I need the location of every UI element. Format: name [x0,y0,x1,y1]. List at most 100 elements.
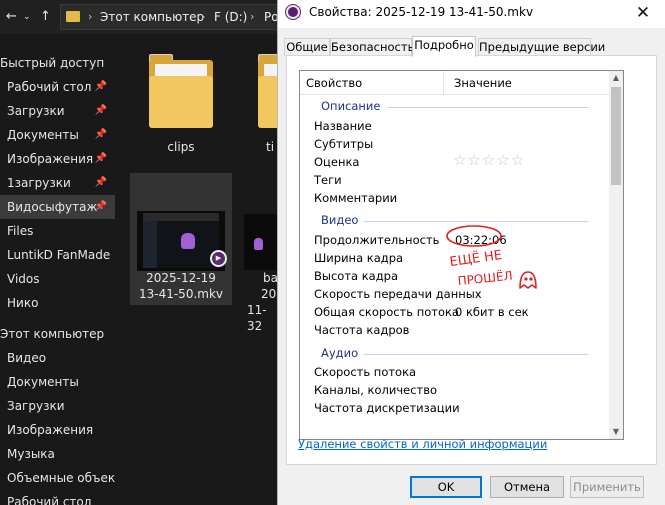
value-duration[interactable]: 03:22:06 [455,233,507,247]
properties-dialog: Свойства: 2025-12-19 13-41-50.mkv ✕ Общи… [277,0,665,505]
sidebar-item-pc-downloads[interactable]: Загрузки [0,394,115,418]
sidebar-item-desktop[interactable]: Рабочий стол 📌 [0,75,115,99]
rating-stars[interactable]: ☆☆☆☆☆ [453,151,525,169]
tab-details[interactable]: Подробно [412,36,476,57]
property-rating[interactable]: Оценка [314,155,359,169]
sidebar-item-pc-pictures[interactable]: Изображения [0,418,115,442]
tab-previous-versions[interactable]: Предыдущие версии [478,38,605,56]
video-file-label: 2025-12-19 13-41-50.mkv [138,271,224,301]
sidebar-item-pictures[interactable]: Изображения 📌 [0,147,115,171]
property-frame-width[interactable]: Ширина кадра [314,251,403,265]
sidebar-item-label: Изображения [7,423,94,437]
value-total-bitrate[interactable]: 0 кбит в сек [455,305,529,319]
property-channels[interactable]: Каналы, количество [314,383,437,397]
property-sample-rate[interactable]: Частота дискретизации [314,401,460,415]
sidebar-item-videos[interactable]: Видео [0,346,115,370]
pin-icon: 📌 [94,153,107,164]
dialog-title-bar[interactable]: Свойства: 2025-12-19 13-41-50.mkv ✕ [278,0,665,28]
star-icon[interactable]: ☆ [511,151,525,169]
section-header-audio: Аудио [300,346,609,362]
star-icon[interactable]: ☆ [453,151,467,169]
sidebar-item-label: Нико [7,296,39,310]
vertical-scrollbar[interactable]: ▲ ▼ [609,71,623,439]
tab-strip: Общие Безопасность Подробно Предыдущие в… [278,36,665,57]
scrollbar-thumb[interactable] [611,87,621,185]
video-preview [143,213,219,268]
property-subtitles[interactable]: Субтитры [314,137,373,151]
tab-general[interactable]: Общие [284,38,330,56]
up-arrow-icon[interactable]: ↑ [40,9,51,24]
folder-clips[interactable] [149,52,213,132]
property-comments[interactable]: Комментарии [314,191,397,205]
sidebar-item-label: 1загрузки [7,176,71,190]
details-panel: Свойство Значение Описание Название Субт… [286,55,657,465]
property-data-rate[interactable]: Скорость передачи данных [314,287,482,301]
sidebar-item-niko[interactable]: Нико [0,291,115,315]
video-file-label: 11-32 [247,303,267,333]
breadcrumb-segment[interactable]: Этот компьютер [100,10,204,24]
sidebar-item-1downloads[interactable]: 1загрузки 📌 [0,171,115,195]
folder-ti[interactable] [258,52,277,132]
column-header-value[interactable]: Значение [454,76,512,90]
breadcrumb-segment[interactable]: F (D:) [214,10,247,24]
navigation-pane: Быстрый доступ Рабочий стол 📌 Загрузки 📌 Д… [0,50,115,505]
pin-icon: 📌 [94,105,107,116]
sidebar-item-label: Изображения [7,152,94,166]
sidebar-item-vidos[interactable]: Vidos [0,267,115,291]
apply-button[interactable]: Применить [570,476,644,498]
ok-button[interactable]: OK [410,476,482,498]
sidebar-item-pc-desktop[interactable]: Рабочий стол [0,490,115,505]
property-frame-rate[interactable]: Частота кадров [314,323,409,337]
property-frame-height[interactable]: Высота кадра [314,269,398,283]
property-tags[interactable]: Теги [314,173,342,187]
sidebar-item-pc-documents[interactable]: Документы [0,370,115,394]
sidebar-item-files[interactable]: Files [0,219,115,243]
pin-icon: 📌 [94,129,107,140]
chevron-right-icon[interactable]: › [88,10,92,23]
star-icon[interactable]: ☆ [496,151,510,169]
property-list[interactable]: Свойство Значение Описание Название Субт… [299,70,624,440]
folder-label: clips [167,140,195,154]
address-bar[interactable]: › Этот компьютер › F (D:) › Ро [60,4,300,30]
property-total-bitrate[interactable]: Общая скорость потока [314,305,459,319]
sidebar-item-this-pc[interactable]: Этот компьютер [0,322,115,346]
property-duration[interactable]: Продолжительность [314,233,439,247]
sidebar-item-label: Рабочий стол [7,495,92,505]
close-button[interactable]: ✕ [621,0,665,28]
chevron-right-icon[interactable]: › [250,10,254,23]
scroll-down-arrow-icon[interactable]: ▼ [609,425,623,439]
sidebar-item-label: Files [7,224,34,238]
sidebar-item-label: Быстрый доступ [0,56,105,70]
property-audio-bitrate[interactable]: Скорость потока [314,365,416,379]
sidebar-item-label: Загрузки [7,104,65,118]
tab-security[interactable]: Безопасность [330,38,414,56]
sidebar-item-quick-access[interactable]: Быстрый доступ [0,51,115,75]
recent-locations-chevron-icon[interactable]: ⌄ [23,12,31,22]
star-icon[interactable]: ☆ [482,151,496,169]
pin-icon: 📌 [94,177,107,188]
sidebar-item-luntikd[interactable]: LuntikD FanMade B [0,243,115,267]
property-title[interactable]: Название [314,119,372,133]
back-arrow-icon[interactable]: ← [6,9,17,24]
sidebar-item-downloads[interactable]: Загрузки 📌 [0,99,115,123]
sidebar-item-videofootage[interactable]: Видосыфутаж 📌 [0,195,115,219]
cancel-button[interactable]: Отмена [490,476,564,498]
sidebar-item-label: Музыка [7,447,55,461]
chevron-right-icon[interactable]: › [201,10,205,23]
scroll-up-arrow-icon[interactable]: ▲ [609,71,623,85]
sidebar-item-label: Видосыфутаж [7,200,98,214]
section-header-video: Видео [300,213,609,229]
video-play-badge-icon: ▶ [210,250,227,267]
video-file-label: 20 [261,287,277,301]
sidebar-item-label: Этот компьютер [0,327,105,341]
sidebar-item-label: Vidos [7,272,40,286]
sidebar-item-3d-objects[interactable]: Объемные объекты [0,466,115,490]
sidebar-item-documents[interactable]: Документы 📌 [0,123,115,147]
column-header-property[interactable]: Свойство [306,76,362,90]
dialog-title: Свойства: 2025-12-19 13-41-50.mkv [309,5,534,19]
star-icon[interactable]: ☆ [467,151,481,169]
sidebar-item-music[interactable]: Музыка [0,442,115,466]
remove-properties-link[interactable]: Удаление свойств и личной информации [298,437,547,451]
sidebar-item-label: Видео [7,351,47,365]
sidebar-item-label: LuntikD FanMade B [7,248,115,262]
